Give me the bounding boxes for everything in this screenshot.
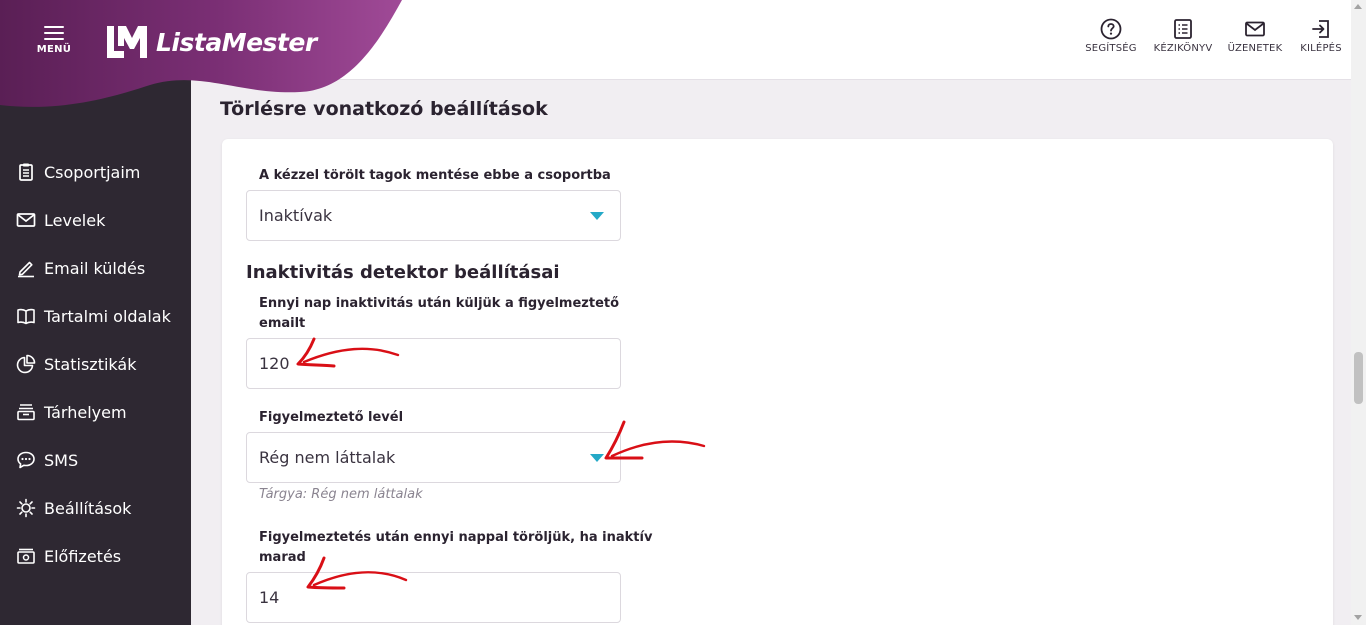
dropdown-caret-icon bbox=[590, 212, 604, 220]
brand-logo[interactable]: ListaMester bbox=[104, 24, 317, 60]
hamburger-icon bbox=[44, 26, 64, 40]
sidebar-item-label: Email küldés bbox=[44, 258, 146, 278]
deleted-members-label: A kézzel törölt tagok mentése ebbe a cso… bbox=[259, 168, 611, 183]
messages-label: ÜZENETEK bbox=[1227, 43, 1283, 54]
warning-letter-select[interactable]: Rég nem láttalak bbox=[246, 432, 621, 483]
sidebar-item-subscription[interactable]: Előfizetés bbox=[0, 532, 191, 580]
sidebar-item-email-send[interactable]: Email küldés bbox=[0, 244, 191, 292]
manual-button[interactable]: KÉZIKÖNYV bbox=[1147, 18, 1219, 54]
pencil-icon bbox=[18, 261, 34, 278]
sidebar-item-storage[interactable]: Tárhelyem bbox=[0, 388, 191, 436]
sidebar-item-groups[interactable]: Csoportjaim bbox=[0, 148, 191, 196]
book-icon bbox=[17, 308, 35, 325]
sidebar-item-label: Tárhelyem bbox=[44, 402, 127, 422]
chat-bubble-icon bbox=[17, 451, 35, 469]
sidebar-item-label: Levelek bbox=[44, 210, 106, 230]
help-label: SEGÍTSÉG bbox=[1085, 43, 1137, 54]
sidebar-item-sms[interactable]: SMS bbox=[0, 436, 191, 484]
messages-button[interactable]: ÜZENETEK bbox=[1219, 18, 1291, 54]
scrollbar-thumb[interactable] bbox=[1354, 352, 1363, 404]
logout-icon bbox=[1312, 20, 1329, 38]
logout-label: KILÉPÉS bbox=[1300, 43, 1342, 54]
sidebar-item-content-pages[interactable]: Tartalmi oldalak bbox=[0, 292, 191, 340]
sidebar-item-label: SMS bbox=[44, 450, 79, 470]
sidebar-item-label: Beállítások bbox=[44, 498, 132, 518]
delete-after-days-label-line1: Figyelmeztetés után ennyi nappal töröljü… bbox=[259, 530, 653, 545]
storage-icon bbox=[17, 404, 35, 421]
delete-after-days-label-line2: marad bbox=[259, 550, 306, 565]
dropdown-caret-icon bbox=[590, 454, 604, 462]
sidebar-item-label: Csoportjaim bbox=[44, 162, 141, 182]
inactivity-days-label: Ennyi nap inaktivitás után küljük a figy… bbox=[259, 294, 619, 334]
warning-letter-subject-hint: Tárgya: Rég nem láttalak bbox=[259, 487, 423, 502]
subscription-icon bbox=[17, 548, 35, 564]
page-scrollbar[interactable] bbox=[1351, 0, 1366, 625]
help-circle-icon bbox=[1100, 18, 1122, 40]
brand-name: ListaMester bbox=[156, 27, 317, 57]
inactivity-days-label-line1: Ennyi nap inaktivitás után küljük a figy… bbox=[259, 296, 620, 311]
delete-after-days-value: 14 bbox=[259, 588, 280, 607]
deleted-members-group-select[interactable]: Inaktívak bbox=[246, 190, 621, 241]
sidebar: Csoportjaim Levelek Email küldés Tartalm… bbox=[0, 80, 191, 625]
gear-icon bbox=[16, 498, 36, 518]
manual-label: KÉZIKÖNYV bbox=[1153, 43, 1213, 54]
logout-button[interactable]: KILÉPÉS bbox=[1291, 18, 1351, 54]
delete-after-days-label: Figyelmeztetés után ennyi nappal töröljü… bbox=[259, 528, 652, 568]
sidebar-item-label: Előfizetés bbox=[44, 546, 122, 566]
menu-button[interactable]: MENÜ bbox=[30, 24, 78, 64]
listamester-logo-icon bbox=[107, 26, 147, 58]
clipboard-icon bbox=[19, 163, 33, 181]
inactivity-days-input[interactable]: 120 bbox=[246, 338, 621, 389]
warning-letter-value: Rég nem láttalak bbox=[259, 448, 396, 467]
pie-chart-icon bbox=[16, 354, 36, 374]
delete-after-days-input[interactable]: 14 bbox=[246, 572, 621, 623]
deleted-members-group-value: Inaktívak bbox=[259, 206, 333, 225]
sidebar-item-settings[interactable]: Beállítások bbox=[0, 484, 191, 532]
sidebar-item-letters[interactable]: Levelek bbox=[0, 196, 191, 244]
scroll-up-icon[interactable] bbox=[1354, 4, 1362, 9]
inactivity-days-label-line2: emailt bbox=[259, 316, 306, 331]
manual-list-icon bbox=[1174, 19, 1192, 39]
sidebar-item-label: Statisztikák bbox=[44, 354, 137, 374]
envelope-icon bbox=[16, 213, 36, 227]
inactivity-days-value: 120 bbox=[259, 354, 290, 373]
sidebar-item-statistics[interactable]: Statisztikák bbox=[0, 340, 191, 388]
menu-label: MENÜ bbox=[36, 44, 72, 55]
inactivity-detector-heading: Inaktivitás detektor beállításai bbox=[246, 262, 560, 283]
top-actions: SEGÍTSÉG KÉZIKÖNYV ÜZENETEK KILÉPÉS bbox=[1075, 18, 1351, 54]
sidebar-item-label: Tartalmi oldalak bbox=[44, 306, 171, 326]
help-button[interactable]: SEGÍTSÉG bbox=[1075, 18, 1147, 54]
warning-letter-label: Figyelmeztető levél bbox=[259, 410, 404, 425]
mail-icon bbox=[1245, 21, 1265, 37]
scroll-down-icon[interactable] bbox=[1354, 615, 1362, 620]
